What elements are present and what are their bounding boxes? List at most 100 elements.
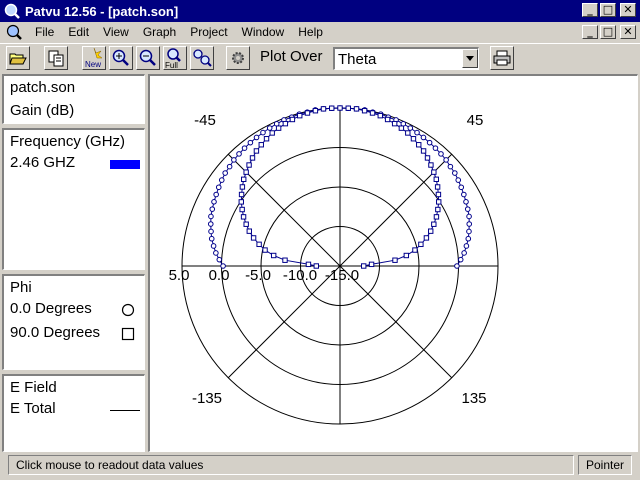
field-header: E Field: [10, 379, 57, 396]
series-0-point-52: [464, 206, 471, 212]
series-1-point-26: [304, 110, 311, 116]
series-0-point-15: [231, 157, 237, 163]
zoom-all-icon: [193, 49, 212, 67]
new-button[interactable]: New: [82, 46, 106, 70]
series-0-point-51: [463, 199, 469, 205]
series-0-point-40: [414, 129, 420, 136]
frequency-header: Frequency (GHz): [10, 133, 126, 150]
series-0-point-1: [216, 256, 223, 263]
field-value[interactable]: E Total: [10, 400, 56, 417]
maximize-button[interactable]: □: [600, 3, 616, 17]
radial-label-2: -5.0: [245, 267, 271, 284]
series-0-point-19: [253, 134, 260, 141]
series-0-point-48: [455, 177, 462, 183]
doc-restore-button[interactable]: □: [600, 25, 616, 39]
copy-icon: [48, 50, 64, 67]
print-button[interactable]: [490, 46, 514, 70]
series-1-point-22: [275, 125, 282, 131]
series-1-point-3: [270, 252, 277, 259]
quantity-label: Gain (dB): [10, 102, 75, 119]
frequency-value[interactable]: 2.46 GHZ: [10, 154, 75, 171]
series-1-point-31: [345, 105, 351, 111]
series-1-point-11: [238, 199, 244, 205]
settings-button[interactable]: [226, 46, 250, 70]
menu-view[interactable]: View: [96, 25, 136, 39]
series-1-point-58: [392, 257, 398, 263]
series-1-point-23: [282, 120, 289, 127]
series-0-point-53: [466, 213, 472, 220]
series-1-point-57: [403, 252, 410, 259]
series-0-point-46: [447, 163, 454, 170]
open-button[interactable]: [6, 46, 30, 70]
series-1-point-47: [434, 184, 441, 190]
menu-graph[interactable]: Graph: [136, 25, 183, 39]
frequency-color-swatch: [110, 160, 140, 169]
zoom-in-button[interactable]: [109, 46, 133, 70]
radial-label-1: 0.0: [209, 267, 230, 284]
circle-marker-icon: [121, 303, 135, 317]
series-1-point-10: [239, 206, 245, 213]
series-1-point-0: [313, 263, 320, 269]
menu-help[interactable]: Help: [291, 25, 330, 39]
series-1-point-46: [433, 176, 439, 183]
series-1-point-59: [368, 261, 375, 268]
series-1-point-28: [320, 106, 327, 112]
dropdown-arrow-icon[interactable]: [462, 49, 478, 68]
plot-over-select[interactable]: Theta: [333, 47, 479, 70]
full-view-button[interactable]: Full: [163, 46, 187, 70]
angle-label-45: 45: [467, 112, 484, 129]
series-0-point-50: [461, 191, 467, 198]
series-1-point-2: [282, 257, 288, 263]
series-1-point-40: [410, 136, 417, 142]
document-icon[interactable]: [6, 24, 22, 40]
plot-over-label: Plot Over: [260, 48, 323, 65]
file-info-panel: patch.son Gain (dB): [2, 74, 145, 124]
series-1-point-30: [337, 105, 343, 111]
copy-button[interactable]: [44, 46, 68, 70]
menu-project[interactable]: Project: [183, 25, 234, 39]
open-icon: [9, 53, 27, 65]
series-0-point-13: [222, 170, 228, 176]
series-0-point-57: [463, 243, 470, 249]
series-1-point-16: [246, 162, 252, 168]
polar-plot-area[interactable]: -45 45 -135 135 5.0 0.0 -5.0 -10.0 -15.0: [148, 74, 638, 452]
series-1-point-32: [353, 106, 360, 112]
series-1-point-17: [249, 155, 256, 161]
phi-item-1[interactable]: 90.0 Degrees: [10, 324, 100, 341]
doc-minimize-button[interactable]: _: [582, 25, 598, 39]
series-1-point-25: [297, 112, 303, 119]
doc-close-button[interactable]: ✕: [620, 25, 636, 39]
menu-edit[interactable]: Edit: [61, 25, 96, 39]
minimize-button[interactable]: _: [582, 3, 598, 17]
series-0-point-11: [215, 184, 222, 191]
polar-chart[interactable]: -45 45 -135 135 5.0 0.0 -5.0 -10.0 -15.0: [150, 76, 636, 450]
series-0-point-56: [465, 235, 472, 242]
series-0-point-16: [236, 151, 242, 157]
series-1-point-56: [412, 247, 418, 253]
menu-window[interactable]: Window: [235, 25, 292, 39]
series-0-point-45: [443, 157, 449, 163]
series-1-point-42: [420, 148, 427, 154]
series-1-point-24: [289, 116, 296, 123]
series-1-point-39: [405, 130, 411, 136]
series-1-point-41: [416, 142, 422, 148]
series-0-point-54: [466, 221, 473, 227]
series-0-point-55: [466, 228, 472, 235]
menu-file[interactable]: File: [28, 25, 61, 39]
series-1-point-44: [428, 162, 434, 168]
zoom-out-button[interactable]: [136, 46, 160, 70]
series-0-point-60: [454, 263, 460, 269]
angle-label-n45: -45: [194, 112, 216, 129]
series-1-point-54: [423, 235, 430, 241]
series-0-point-43: [432, 145, 439, 151]
menu-bar: File Edit View Graph Project Window Help…: [0, 22, 640, 42]
close-button[interactable]: ✕: [620, 3, 636, 17]
series-1-point-50: [435, 206, 441, 213]
series-1-point-48: [435, 191, 442, 198]
title-bar: Patvu 12.56 - [patch.son] _ □ ✕: [0, 0, 640, 22]
legend-panel: patch.son Gain (dB) Frequency (GHz) 2.46…: [0, 74, 148, 452]
zoom-all-button[interactable]: [190, 46, 214, 70]
series-1-point-35: [377, 112, 383, 119]
phi-item-0[interactable]: 0.0 Degrees: [10, 300, 92, 317]
series-0-point-38: [400, 121, 407, 127]
